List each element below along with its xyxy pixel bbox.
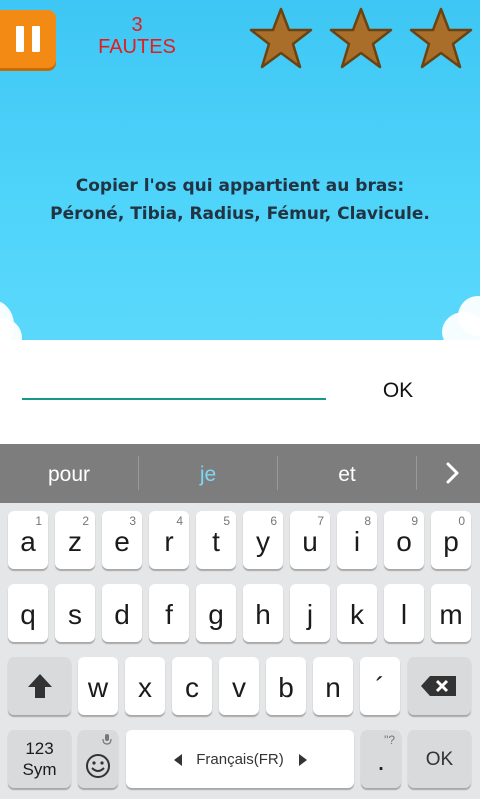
suggestion-item[interactable]: je: [139, 444, 277, 503]
key-y[interactable]: 6y: [243, 511, 283, 569]
key-label: p: [443, 526, 459, 557]
answer-input[interactable]: [22, 358, 326, 400]
star-icon: [249, 7, 313, 69]
key-v[interactable]: v: [219, 657, 259, 715]
key-k[interactable]: k: [337, 584, 377, 642]
key-i[interactable]: 8i: [337, 511, 377, 569]
key-label: d: [114, 599, 130, 630]
key-x[interactable]: x: [125, 657, 165, 715]
key-z[interactable]: 2z: [55, 511, 95, 569]
key-l[interactable]: l: [384, 584, 424, 642]
question-line: Copier l'os qui appartient au bras:: [75, 176, 405, 196]
key-label: x: [138, 672, 152, 703]
ok-key[interactable]: OK: [408, 730, 471, 788]
key-label: r: [164, 526, 174, 557]
key-label: q: [20, 599, 36, 630]
key-label: f: [165, 599, 173, 630]
key-label: i: [353, 526, 361, 557]
key-label: 123: [25, 739, 54, 758]
key-label: .: [377, 745, 385, 776]
key-label: y: [256, 526, 270, 557]
key-label: z: [68, 526, 82, 557]
key-q[interactable]: q: [8, 584, 48, 642]
key-label: g: [208, 599, 224, 630]
key-label: v: [232, 672, 246, 703]
faults-count: 3: [131, 14, 143, 36]
pause-icon: [16, 26, 24, 52]
key-label: Sym: [22, 760, 57, 779]
mic-icon: [102, 734, 112, 745]
key-label: s: [68, 599, 82, 630]
chevron-right-icon[interactable]: [432, 458, 472, 488]
key-u[interactable]: 7u: [290, 511, 330, 569]
key-p[interactable]: 0p: [431, 511, 471, 569]
star-icon: [409, 7, 473, 69]
backspace-icon: [421, 676, 456, 696]
key-label: e: [114, 526, 130, 557]
key-e[interactable]: 3e: [102, 511, 142, 569]
key-label: b: [278, 672, 294, 703]
key-label: j: [306, 599, 314, 630]
question-text: Copier l'os qui appartient au bras: Péro…: [0, 172, 480, 228]
key-label: c: [185, 672, 199, 703]
divider: [416, 456, 417, 490]
key-t[interactable]: 5t: [196, 511, 236, 569]
backspace-key[interactable]: [408, 657, 471, 715]
shift-key[interactable]: [8, 657, 71, 715]
key-label: o: [396, 526, 412, 557]
arrow-right-icon: [299, 754, 307, 766]
stars-rating: [248, 6, 474, 72]
key-s[interactable]: s: [55, 584, 95, 642]
shift-icon: [28, 674, 52, 698]
space-key[interactable]: Français(FR): [126, 730, 354, 788]
key-o[interactable]: 9o: [384, 511, 424, 569]
emoji-icon: [86, 754, 110, 778]
key-label: w: [87, 672, 109, 703]
submit-ok-button[interactable]: OK: [366, 376, 430, 406]
key-a[interactable]: 1a: [8, 511, 48, 569]
key-m[interactable]: m: [431, 584, 471, 642]
key-acute[interactable]: ´: [360, 657, 400, 715]
key-g[interactable]: g: [196, 584, 236, 642]
key-label: m: [439, 599, 463, 630]
key-w[interactable]: w: [78, 657, 118, 715]
key-j[interactable]: j: [290, 584, 330, 642]
key-label: u: [302, 526, 318, 557]
key-h[interactable]: h: [243, 584, 283, 642]
key-label: h: [255, 599, 271, 630]
key-n[interactable]: n: [313, 657, 353, 715]
language-label: Français(FR): [196, 751, 284, 768]
pause-icon: [32, 26, 40, 52]
key-f[interactable]: f: [149, 584, 189, 642]
keyboard: 1a 2z 3e 4r 5t 6y 7u 8i 9o 0p q s d f g …: [0, 503, 480, 799]
key-c[interactable]: c: [172, 657, 212, 715]
key-b[interactable]: b: [266, 657, 306, 715]
suggestion-strip: pour je et: [0, 444, 480, 503]
faults-counter: 3 FAUTES: [82, 14, 192, 58]
question-line: Péroné, Tibia, Radius, Fémur, Clavicule.: [50, 204, 430, 224]
period-key[interactable]: "? .: [361, 730, 401, 788]
key-label: a: [20, 526, 36, 557]
key-r[interactable]: 4r: [149, 511, 189, 569]
key-label: t: [212, 526, 220, 557]
emoji-key[interactable]: [78, 730, 118, 788]
game-area: 3 FAUTES Copier l'os qui appartient au b…: [0, 0, 480, 340]
faults-label: FAUTES: [98, 36, 176, 58]
star-icon: [329, 7, 393, 69]
key-d[interactable]: d: [102, 584, 142, 642]
key-label: l: [400, 599, 408, 630]
key-label: k: [350, 599, 364, 630]
cloud: [0, 300, 14, 340]
symbols-key[interactable]: 123 Sym: [8, 730, 71, 788]
key-label: OK: [425, 749, 454, 770]
pause-button[interactable]: [0, 10, 56, 68]
key-label: ´: [375, 672, 385, 703]
suggestion-item[interactable]: pour: [0, 444, 138, 503]
key-label: n: [325, 672, 341, 703]
suggestion-item[interactable]: et: [278, 444, 416, 503]
